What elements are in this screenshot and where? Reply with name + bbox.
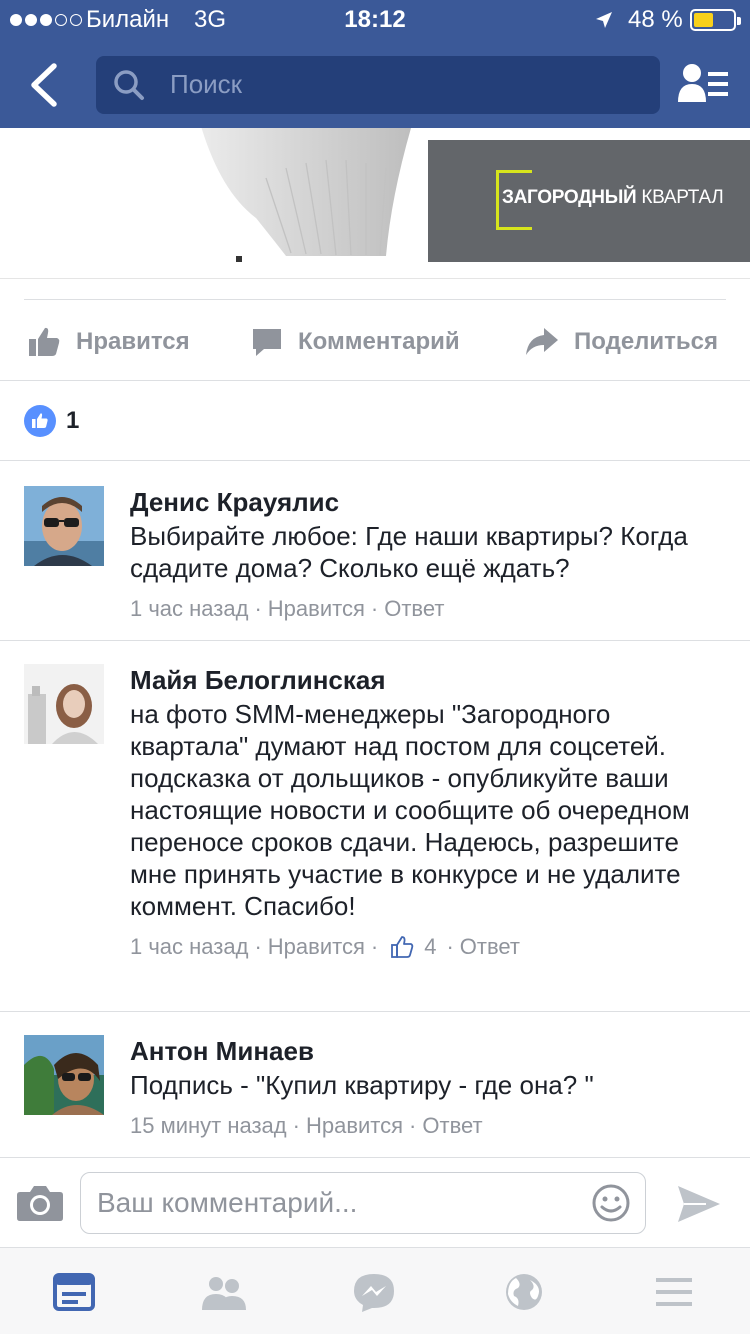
- send-icon[interactable]: [676, 1184, 722, 1224]
- top-header: Билайн 3G 18:12 48 % Поиск: [0, 0, 750, 128]
- comment-text: Подпись - "Купил квартиру - где она? ": [130, 1070, 594, 1100]
- avatar[interactable]: [24, 486, 104, 566]
- comment-like-link[interactable]: Нравится: [268, 596, 365, 622]
- comment-text: на фото SMM-менеджеры "Загородного кварт…: [130, 699, 690, 921]
- messenger-tab-icon[interactable]: [352, 1272, 396, 1312]
- comment-reply-link[interactable]: Ответ: [422, 1113, 482, 1139]
- bottom-tab-bar: [0, 1247, 750, 1334]
- like-reaction-icon: [24, 405, 56, 437]
- comment-input-placeholder: Ваш комментарий...: [97, 1187, 358, 1218]
- separator-dot: ·: [292, 1113, 300, 1138]
- location-arrow-icon: [596, 12, 612, 28]
- comment-time[interactable]: 1 час назад: [130, 596, 248, 622]
- comment-likes-count: 4: [424, 934, 437, 959]
- comment-input[interactable]: Ваш комментарий...: [80, 1172, 646, 1234]
- divider: [0, 640, 750, 641]
- divider: [0, 380, 750, 381]
- share-label: Поделиться: [574, 328, 719, 355]
- share-arrow-icon: [526, 328, 558, 355]
- comment-author[interactable]: Денис Крауялис: [130, 486, 726, 518]
- search-input[interactable]: Поиск: [170, 69, 242, 100]
- reactions-summary[interactable]: 1: [24, 404, 79, 438]
- news-feed-tab-icon[interactable]: [52, 1272, 96, 1312]
- avatar[interactable]: [24, 664, 104, 744]
- battery-percent: 48 %: [628, 6, 683, 33]
- like-button[interactable]: Нравится: [26, 322, 190, 362]
- ad-brand-logo: ЗАГОРОДНЫЙ КВАРТАЛ: [502, 187, 724, 208]
- separator-dot: ·: [254, 934, 262, 959]
- search-bar[interactable]: Поиск: [96, 56, 660, 114]
- comment-label: Комментарий: [298, 328, 460, 355]
- comment-likes-badge[interactable]: 4: [390, 934, 436, 960]
- ad-logo-banner: ЗАГОРОДНЫЙ КВАРТАЛ: [428, 140, 750, 262]
- concrete-plinth-image: [201, 128, 411, 262]
- emoji-icon[interactable]: [591, 1183, 631, 1223]
- separator-dot: ·: [409, 1113, 417, 1138]
- thumbs-up-icon: [29, 327, 60, 356]
- search-icon: [114, 70, 144, 100]
- divider: [0, 1011, 750, 1012]
- comment-text: Выбирайте любое: Где наши квартиры? Когд…: [130, 521, 688, 583]
- comment-body: Антон Минаев Подпись - "Купил квартиру -…: [130, 1035, 726, 1139]
- comment-bubble-icon: [253, 329, 281, 356]
- battery-icon: [690, 9, 741, 31]
- comment-meta: 15 минут назад · Нравится · Ответ: [130, 1113, 726, 1139]
- reaction-count: 1: [66, 407, 80, 434]
- back-chevron-icon[interactable]: [26, 62, 66, 108]
- status-bar: Билайн 3G 18:12 48 %: [0, 0, 750, 40]
- share-button[interactable]: Поделиться: [524, 322, 718, 362]
- comment-meta: 1 час назад · Нравится · 4 · Ответ: [130, 934, 726, 960]
- post-ad-image[interactable]: ЗАГОРОДНЫЙ КВАРТАЛ: [0, 128, 750, 278]
- separator-dot: ·: [370, 934, 379, 959]
- comment-body: Майя Белоглинская на фото SMM-менеджеры …: [130, 664, 726, 960]
- comment-reply-link[interactable]: Ответ: [384, 596, 444, 622]
- separator-dot: ·: [370, 596, 379, 621]
- avatar[interactable]: [24, 1035, 104, 1115]
- comment-time[interactable]: 1 час назад: [130, 934, 248, 960]
- friends-tab-icon[interactable]: [202, 1272, 246, 1312]
- notifications-globe-tab-icon[interactable]: [502, 1272, 546, 1312]
- comment-reply-link[interactable]: Ответ: [460, 934, 520, 960]
- thumbs-up-outline-icon: [391, 936, 414, 958]
- friend-requests-icon[interactable]: [676, 62, 730, 106]
- comment-time[interactable]: 15 минут назад: [130, 1113, 287, 1139]
- comment-composer: Ваш комментарий...: [0, 1157, 750, 1247]
- post-action-bar: Нравится Комментарий Поделиться: [0, 300, 750, 380]
- like-label: Нравится: [76, 328, 190, 355]
- comment-author[interactable]: Майя Белоглинская: [130, 664, 726, 696]
- divider: [0, 460, 750, 461]
- comment-meta: 1 час назад · Нравится · Ответ: [130, 596, 726, 622]
- menu-tab-icon[interactable]: [652, 1272, 696, 1312]
- camera-icon[interactable]: [16, 1184, 64, 1222]
- comment-body: Денис Крауялис Выбирайте любое: Где наши…: [130, 486, 726, 622]
- comment-author[interactable]: Антон Минаев: [130, 1035, 726, 1067]
- separator-dot: ·: [446, 934, 454, 959]
- separator-dot: ·: [254, 596, 262, 621]
- divider: [0, 278, 750, 279]
- comment-like-link[interactable]: Нравится: [306, 1113, 403, 1139]
- comment-like-link[interactable]: Нравится: [268, 934, 365, 960]
